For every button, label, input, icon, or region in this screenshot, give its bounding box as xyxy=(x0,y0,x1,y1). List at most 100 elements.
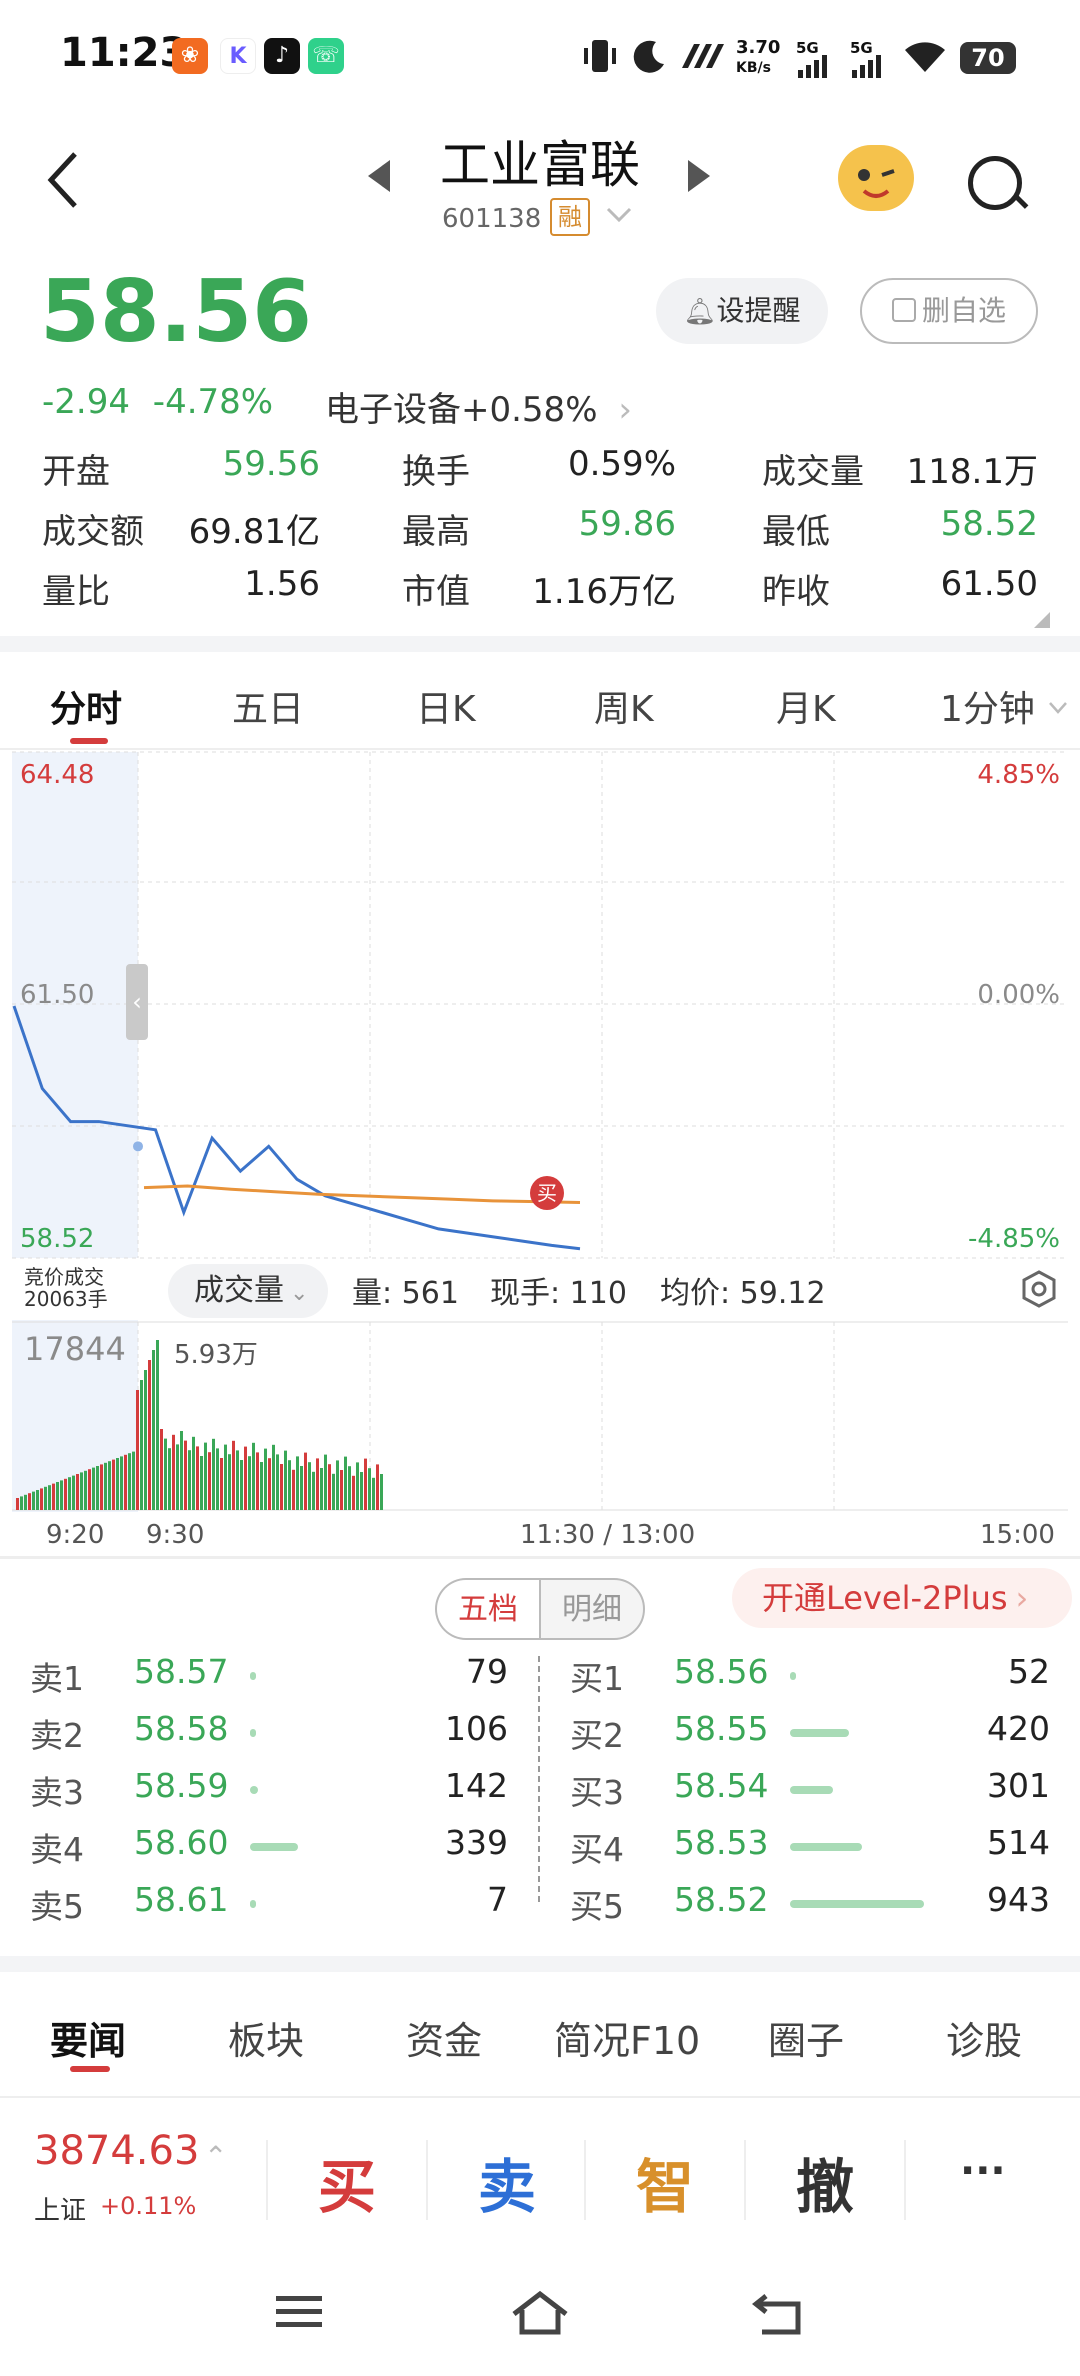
level-price: 58.55 xyxy=(674,1709,769,1748)
price-change: -2.94 -4.78% xyxy=(42,382,273,422)
avg-price: 均价: 59.12 xyxy=(660,1276,826,1311)
back-nav-icon[interactable] xyxy=(751,2290,806,2342)
volume-bar xyxy=(32,1491,35,1510)
sell-level-row[interactable]: 卖2 58.58 106 xyxy=(30,1709,508,1765)
level-volume: 79 xyxy=(466,1652,508,1691)
stat-item: 换手 0.59% xyxy=(402,444,676,493)
volume-bar xyxy=(284,1450,287,1510)
stat-item: 成交量 118.1万 xyxy=(762,444,1038,493)
info-tab[interactable]: 要闻 xyxy=(50,2010,126,2065)
sell-level-row[interactable]: 卖5 58.61 7 xyxy=(30,1880,508,1936)
chevron-down-icon[interactable] xyxy=(606,206,632,228)
volume-max-right: 5.93万 xyxy=(174,1340,258,1370)
buy-level-row[interactable]: 买2 58.55 420 xyxy=(570,1709,1050,1765)
volume-bar xyxy=(260,1462,263,1510)
level2-upgrade-button[interactable]: 开通Level-2Plus › xyxy=(732,1568,1072,1628)
x-axis-label: 9:20 xyxy=(46,1520,105,1550)
buy-marker[interactable]: 买 xyxy=(530,1176,564,1210)
volume-bar xyxy=(352,1475,355,1510)
collapse-handle[interactable]: ‹ xyxy=(126,964,148,1040)
tab-details[interactable]: 明细 xyxy=(539,1578,645,1640)
level-volume: 142 xyxy=(445,1766,508,1805)
volume-indicator-select[interactable]: 成交量 ⌄ xyxy=(168,1264,328,1318)
home-icon[interactable] xyxy=(510,2290,570,2342)
level-volume-bar xyxy=(250,1843,299,1851)
level-volume-bar xyxy=(250,1786,259,1794)
prev-stock-icon[interactable] xyxy=(368,160,390,192)
buy-level-row[interactable]: 买1 58.56 52 xyxy=(570,1652,1050,1708)
tab-five-levels[interactable]: 五档 xyxy=(435,1578,539,1640)
intraday-chart[interactable] xyxy=(0,750,1080,1570)
sell-level-row[interactable]: 卖3 58.59 142 xyxy=(30,1766,508,1822)
info-tab[interactable]: 板块 xyxy=(228,2010,304,2065)
stat-label: 换手 xyxy=(402,452,470,492)
menu-icon[interactable] xyxy=(274,2290,324,2338)
stat-item: 开盘 59.56 xyxy=(42,444,320,493)
index-change: +0.11% xyxy=(100,2192,197,2220)
settings-icon[interactable] xyxy=(1020,1270,1058,1312)
stat-label: 成交额 xyxy=(42,512,144,552)
stat-item: 量比 1.56 xyxy=(42,564,320,613)
stat-value: 1.16万亿 xyxy=(532,572,676,612)
mascot-avatar[interactable] xyxy=(838,145,914,211)
sell-button[interactable]: 卖 xyxy=(478,2140,536,2224)
buy-level-row[interactable]: 买4 58.53 514 xyxy=(570,1823,1050,1879)
chart-tab[interactable]: 1分钟 xyxy=(940,680,1035,732)
buy-level-row[interactable]: 买3 58.54 301 xyxy=(570,1766,1050,1822)
volume-bar xyxy=(152,1350,155,1510)
info-tab[interactable]: 资金 xyxy=(406,2010,482,2065)
chart-tab[interactable]: 月K xyxy=(776,680,836,732)
next-stock-icon[interactable] xyxy=(688,160,710,192)
volume-bar xyxy=(308,1462,311,1510)
stat-value: 0.59% xyxy=(567,444,676,484)
chevron-up-icon[interactable]: ⌃ xyxy=(204,2140,227,2173)
active-tab-indicator xyxy=(70,2066,110,2072)
level-price: 58.57 xyxy=(134,1652,229,1691)
stat-value: 61.50 xyxy=(940,564,1038,604)
volume-bar xyxy=(140,1380,143,1510)
volume-bar xyxy=(144,1370,147,1510)
chart-tab[interactable]: 日K xyxy=(416,680,476,732)
info-tab[interactable]: 简况F10 xyxy=(554,2010,700,2065)
buy-button[interactable]: 买 xyxy=(318,2140,376,2224)
info-tab[interactable]: 圈子 xyxy=(768,2010,844,2065)
volume-bar xyxy=(280,1464,283,1510)
volume-bar xyxy=(64,1478,67,1510)
chevron-down-icon[interactable] xyxy=(1048,700,1068,719)
stat-value: 1.56 xyxy=(244,564,320,604)
level-volume-bar xyxy=(790,1786,833,1794)
level-volume: 301 xyxy=(987,1766,1050,1805)
chart-tab[interactable]: 周K xyxy=(594,680,654,732)
info-tab[interactable]: 诊股 xyxy=(946,2010,1022,2065)
sell-level-row[interactable]: 卖1 58.57 79 xyxy=(30,1652,508,1708)
clock: 11:23 xyxy=(60,30,188,76)
index-value[interactable]: 3874.63 xyxy=(34,2128,199,2174)
x-axis-label: 9:30 xyxy=(146,1520,205,1550)
search-icon[interactable] xyxy=(968,156,1022,210)
volume-bar xyxy=(320,1468,323,1510)
stat-label: 最低 xyxy=(762,512,830,552)
wifi-icon xyxy=(902,40,948,78)
stat-label: 昨收 xyxy=(762,572,830,612)
volume-bar xyxy=(176,1444,179,1510)
volume-bar xyxy=(328,1464,331,1510)
more-button[interactable]: ··· xyxy=(960,2148,1006,2194)
expand-corner-icon[interactable] xyxy=(1034,612,1050,628)
buy-level-row[interactable]: 买5 58.52 943 xyxy=(570,1880,1050,1936)
sell-level-row[interactable]: 卖4 58.60 339 xyxy=(30,1823,508,1879)
level-volume-bar xyxy=(790,1729,849,1737)
back-button[interactable] xyxy=(45,150,81,210)
volume-bar xyxy=(124,1454,127,1510)
set-alert-button[interactable]: 🔔︎设提醒 xyxy=(656,278,828,344)
pct-axis-max: 4.85% xyxy=(977,760,1060,790)
remove-watchlist-button[interactable]: 删自选 xyxy=(860,278,1038,344)
sector-link[interactable]: 电子设备+0.58% › xyxy=(325,382,632,431)
chart-tab[interactable]: 分时 xyxy=(50,680,122,732)
volume-bar xyxy=(44,1486,47,1510)
level-label: 卖3 xyxy=(30,1773,84,1812)
volume-bar xyxy=(264,1448,267,1510)
volume-max-left: 17844 xyxy=(24,1330,126,1368)
chart-tab[interactable]: 五日 xyxy=(232,680,304,732)
cancel-order-button[interactable]: 撤 xyxy=(796,2140,854,2224)
smart-order-button[interactable]: 智 xyxy=(636,2140,694,2224)
